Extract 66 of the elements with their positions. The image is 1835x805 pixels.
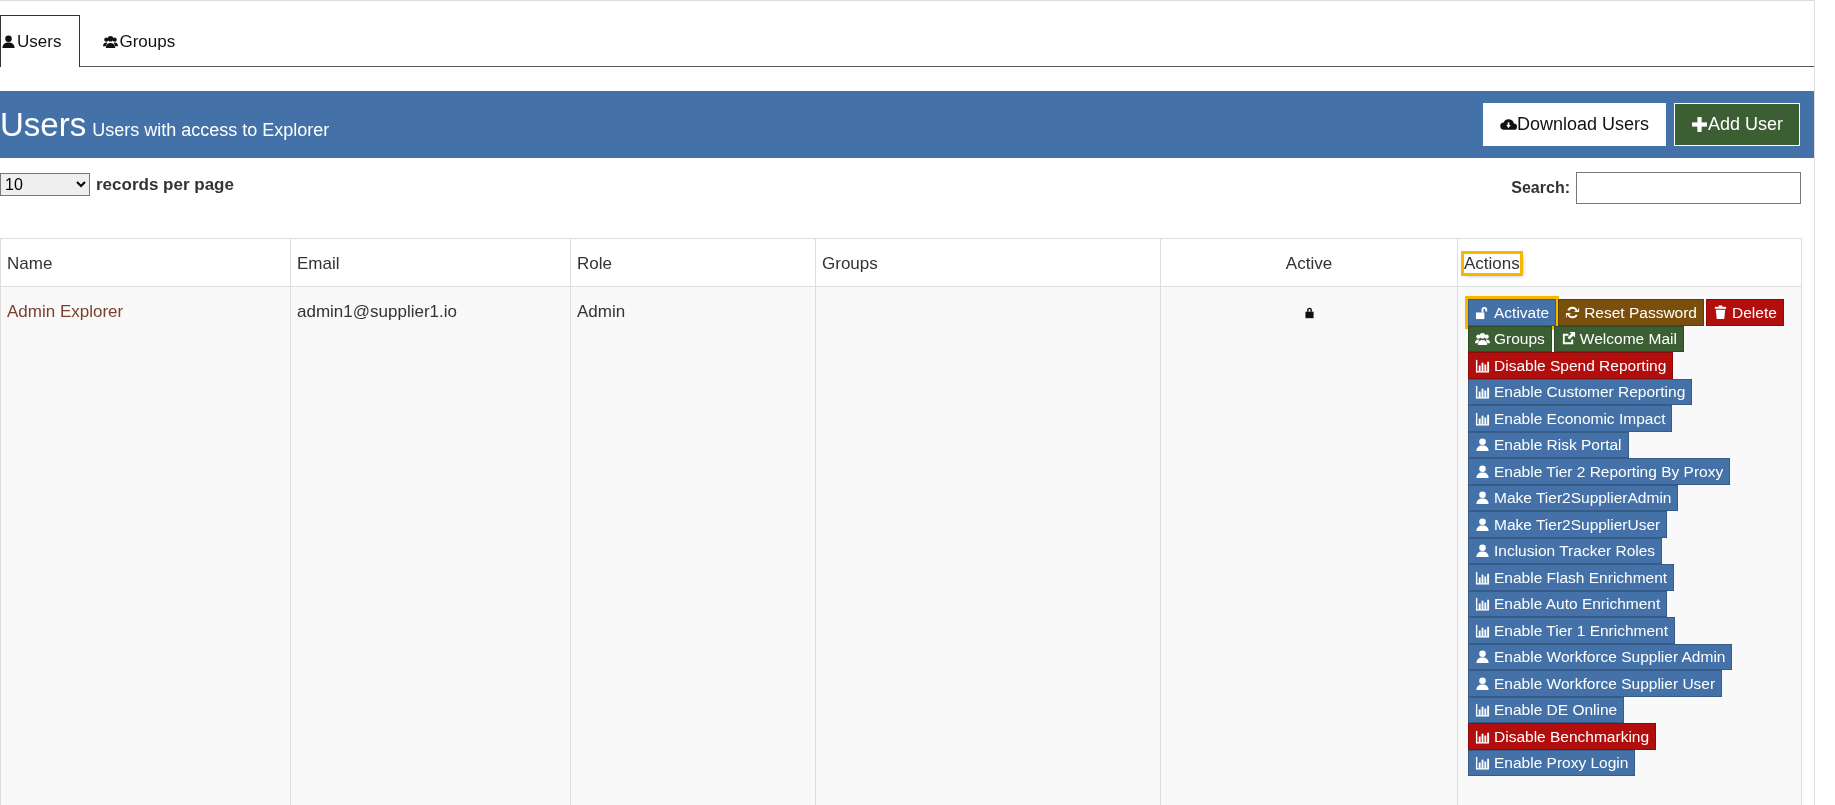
lock-icon xyxy=(1302,306,1316,319)
user-name-link[interactable]: Admin Explorer xyxy=(7,302,124,321)
action-button[interactable]: Disable Spend Reporting xyxy=(1468,352,1674,379)
bar-chart-icon xyxy=(1475,702,1490,718)
bar-chart-icon xyxy=(1475,755,1490,771)
tab[interactable]: Groups xyxy=(80,15,195,67)
column-header: Actions xyxy=(1464,254,1520,273)
user-icon xyxy=(1475,437,1490,453)
action-button[interactable]: Inclusion Tracker Roles xyxy=(1468,537,1663,564)
action-button[interactable]: Enable Economic Impact xyxy=(1468,405,1673,432)
action-button[interactable]: Disable Benchmarking xyxy=(1468,723,1657,750)
records-per-page-label: records per page xyxy=(96,174,234,196)
action-button[interactable]: Make Tier2SupplierUser xyxy=(1468,511,1668,538)
tab[interactable]: Users xyxy=(0,15,81,67)
column-header: Name xyxy=(7,254,53,273)
column-header: Role xyxy=(577,254,612,273)
action-button[interactable]: Enable Tier 1 Enrichment xyxy=(1468,617,1676,644)
action-button[interactable]: Enable Customer Reporting xyxy=(1468,378,1693,405)
action-button[interactable]: Enable DE Online xyxy=(1468,696,1625,723)
email-text: admin1@supplier1.io xyxy=(297,302,457,321)
action-button[interactable]: Activate xyxy=(1468,299,1557,326)
column-header: Active xyxy=(1285,254,1333,273)
user-icon xyxy=(1475,490,1490,506)
user-icon xyxy=(1475,543,1490,559)
action-button[interactable]: Enable Tier 2 Reporting By Proxy xyxy=(1468,458,1731,485)
bar-chart-icon xyxy=(1475,622,1490,638)
action-button[interactable]: Enable Flash Enrichment xyxy=(1468,564,1675,591)
plus-icon xyxy=(1690,116,1708,133)
bar-chart-icon xyxy=(1475,384,1490,400)
bar-chart-icon xyxy=(1475,569,1490,585)
action-button[interactable]: Groups xyxy=(1468,325,1552,352)
role-text: Admin xyxy=(577,302,626,321)
users-icon xyxy=(1475,331,1490,347)
column-header: Email xyxy=(297,254,340,273)
header-button[interactable]: Download Users xyxy=(1482,103,1666,146)
action-button[interactable]: Reset Password xyxy=(1558,299,1704,326)
column-header: Groups xyxy=(822,254,878,273)
users-icon xyxy=(103,34,119,49)
user-icon xyxy=(1,34,16,49)
action-button[interactable]: Delete xyxy=(1706,299,1784,326)
bar-chart-icon xyxy=(1475,357,1490,373)
page-size-select[interactable]: 10 xyxy=(0,173,90,197)
action-button[interactable]: Enable Workforce Supplier Admin xyxy=(1468,643,1733,670)
action-button[interactable]: Enable Risk Portal xyxy=(1468,431,1629,458)
refresh-icon xyxy=(1565,304,1581,320)
action-button[interactable]: Welcome Mail xyxy=(1553,325,1684,352)
page-subtitle: Users with access to Explorer xyxy=(92,118,330,142)
share-icon xyxy=(1560,331,1576,347)
cloud-download-icon xyxy=(1499,116,1517,133)
user-icon xyxy=(1475,649,1490,665)
user-icon xyxy=(1475,463,1490,479)
search-field[interactable] xyxy=(1576,172,1801,204)
page-title: Users xyxy=(0,104,87,145)
bar-chart-icon xyxy=(1475,410,1490,426)
action-button[interactable]: Enable Workforce Supplier User xyxy=(1468,670,1723,697)
action-button[interactable]: Enable Auto Enrichment xyxy=(1468,590,1668,617)
action-button[interactable]: Enable Proxy Login xyxy=(1468,749,1636,776)
user-icon xyxy=(1475,675,1490,691)
bar-chart-icon xyxy=(1475,728,1490,744)
action-button[interactable]: Make Tier2SupplierAdmin xyxy=(1468,484,1679,511)
search-label: Search: xyxy=(1511,178,1570,198)
user-icon xyxy=(1475,516,1490,532)
unlock-icon xyxy=(1475,304,1490,320)
trash-icon xyxy=(1713,304,1728,320)
bar-chart-icon xyxy=(1475,596,1490,612)
header-button[interactable]: Add User xyxy=(1673,103,1800,146)
